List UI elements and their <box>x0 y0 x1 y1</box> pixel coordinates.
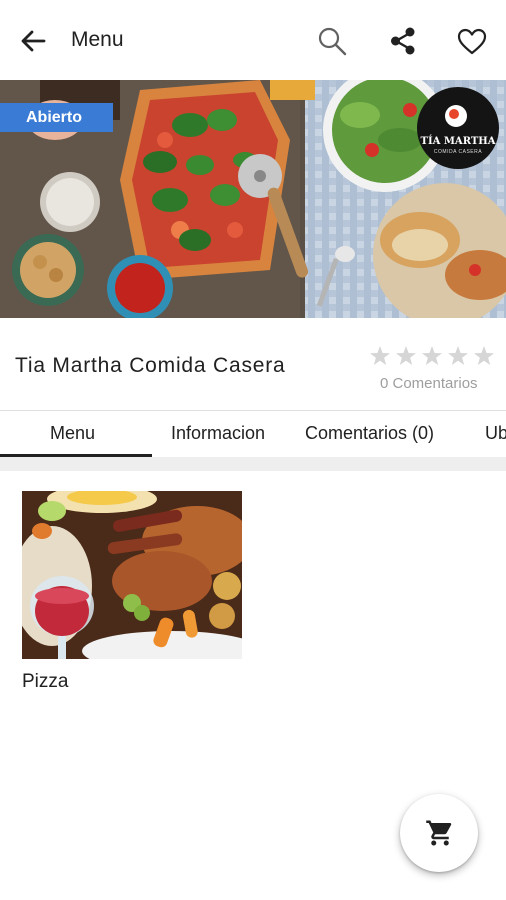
search-icon[interactable] <box>317 26 347 56</box>
star-icon <box>422 346 442 365</box>
restaurant-name: Tia Martha Comida Casera <box>15 354 286 377</box>
tab-informacion[interactable]: Informacion <box>171 423 265 444</box>
star-icon <box>474 346 494 365</box>
page-title: Menu <box>71 28 124 51</box>
roast-dinner-photo <box>22 491 242 659</box>
star-icon <box>448 346 468 365</box>
tab-ubicacion[interactable]: Ub <box>485 423 506 444</box>
star-icon <box>370 346 390 365</box>
heart-icon[interactable] <box>457 27 487 57</box>
cart-button[interactable] <box>400 794 478 872</box>
logo-name: TÍA MARTHA <box>420 136 496 147</box>
tab-bar: Menu Informacion Comentarios (0) Ub <box>0 410 506 457</box>
app-bar: Menu <box>0 0 506 80</box>
logo-subtitle: COMIDA CASERA <box>433 149 483 155</box>
back-arrow-icon[interactable] <box>18 26 48 56</box>
section-divider <box>0 457 506 471</box>
restaurant-logo: TÍA MARTHA COMIDA CASERA <box>417 87 499 169</box>
status-badge: Abierto <box>0 103 113 132</box>
cart-icon <box>426 820 452 846</box>
tab-comentarios[interactable]: Comentarios (0) <box>305 423 434 444</box>
share-icon[interactable] <box>388 26 418 56</box>
logo-mark-icon <box>445 105 467 127</box>
comments-count[interactable]: 0 Comentarios <box>380 375 478 392</box>
menu-item-label[interactable]: Pizza <box>22 671 68 693</box>
rating-stars <box>370 346 494 365</box>
star-icon <box>396 346 416 365</box>
menu-item-image[interactable] <box>22 491 242 659</box>
tab-menu[interactable]: Menu <box>50 423 95 444</box>
